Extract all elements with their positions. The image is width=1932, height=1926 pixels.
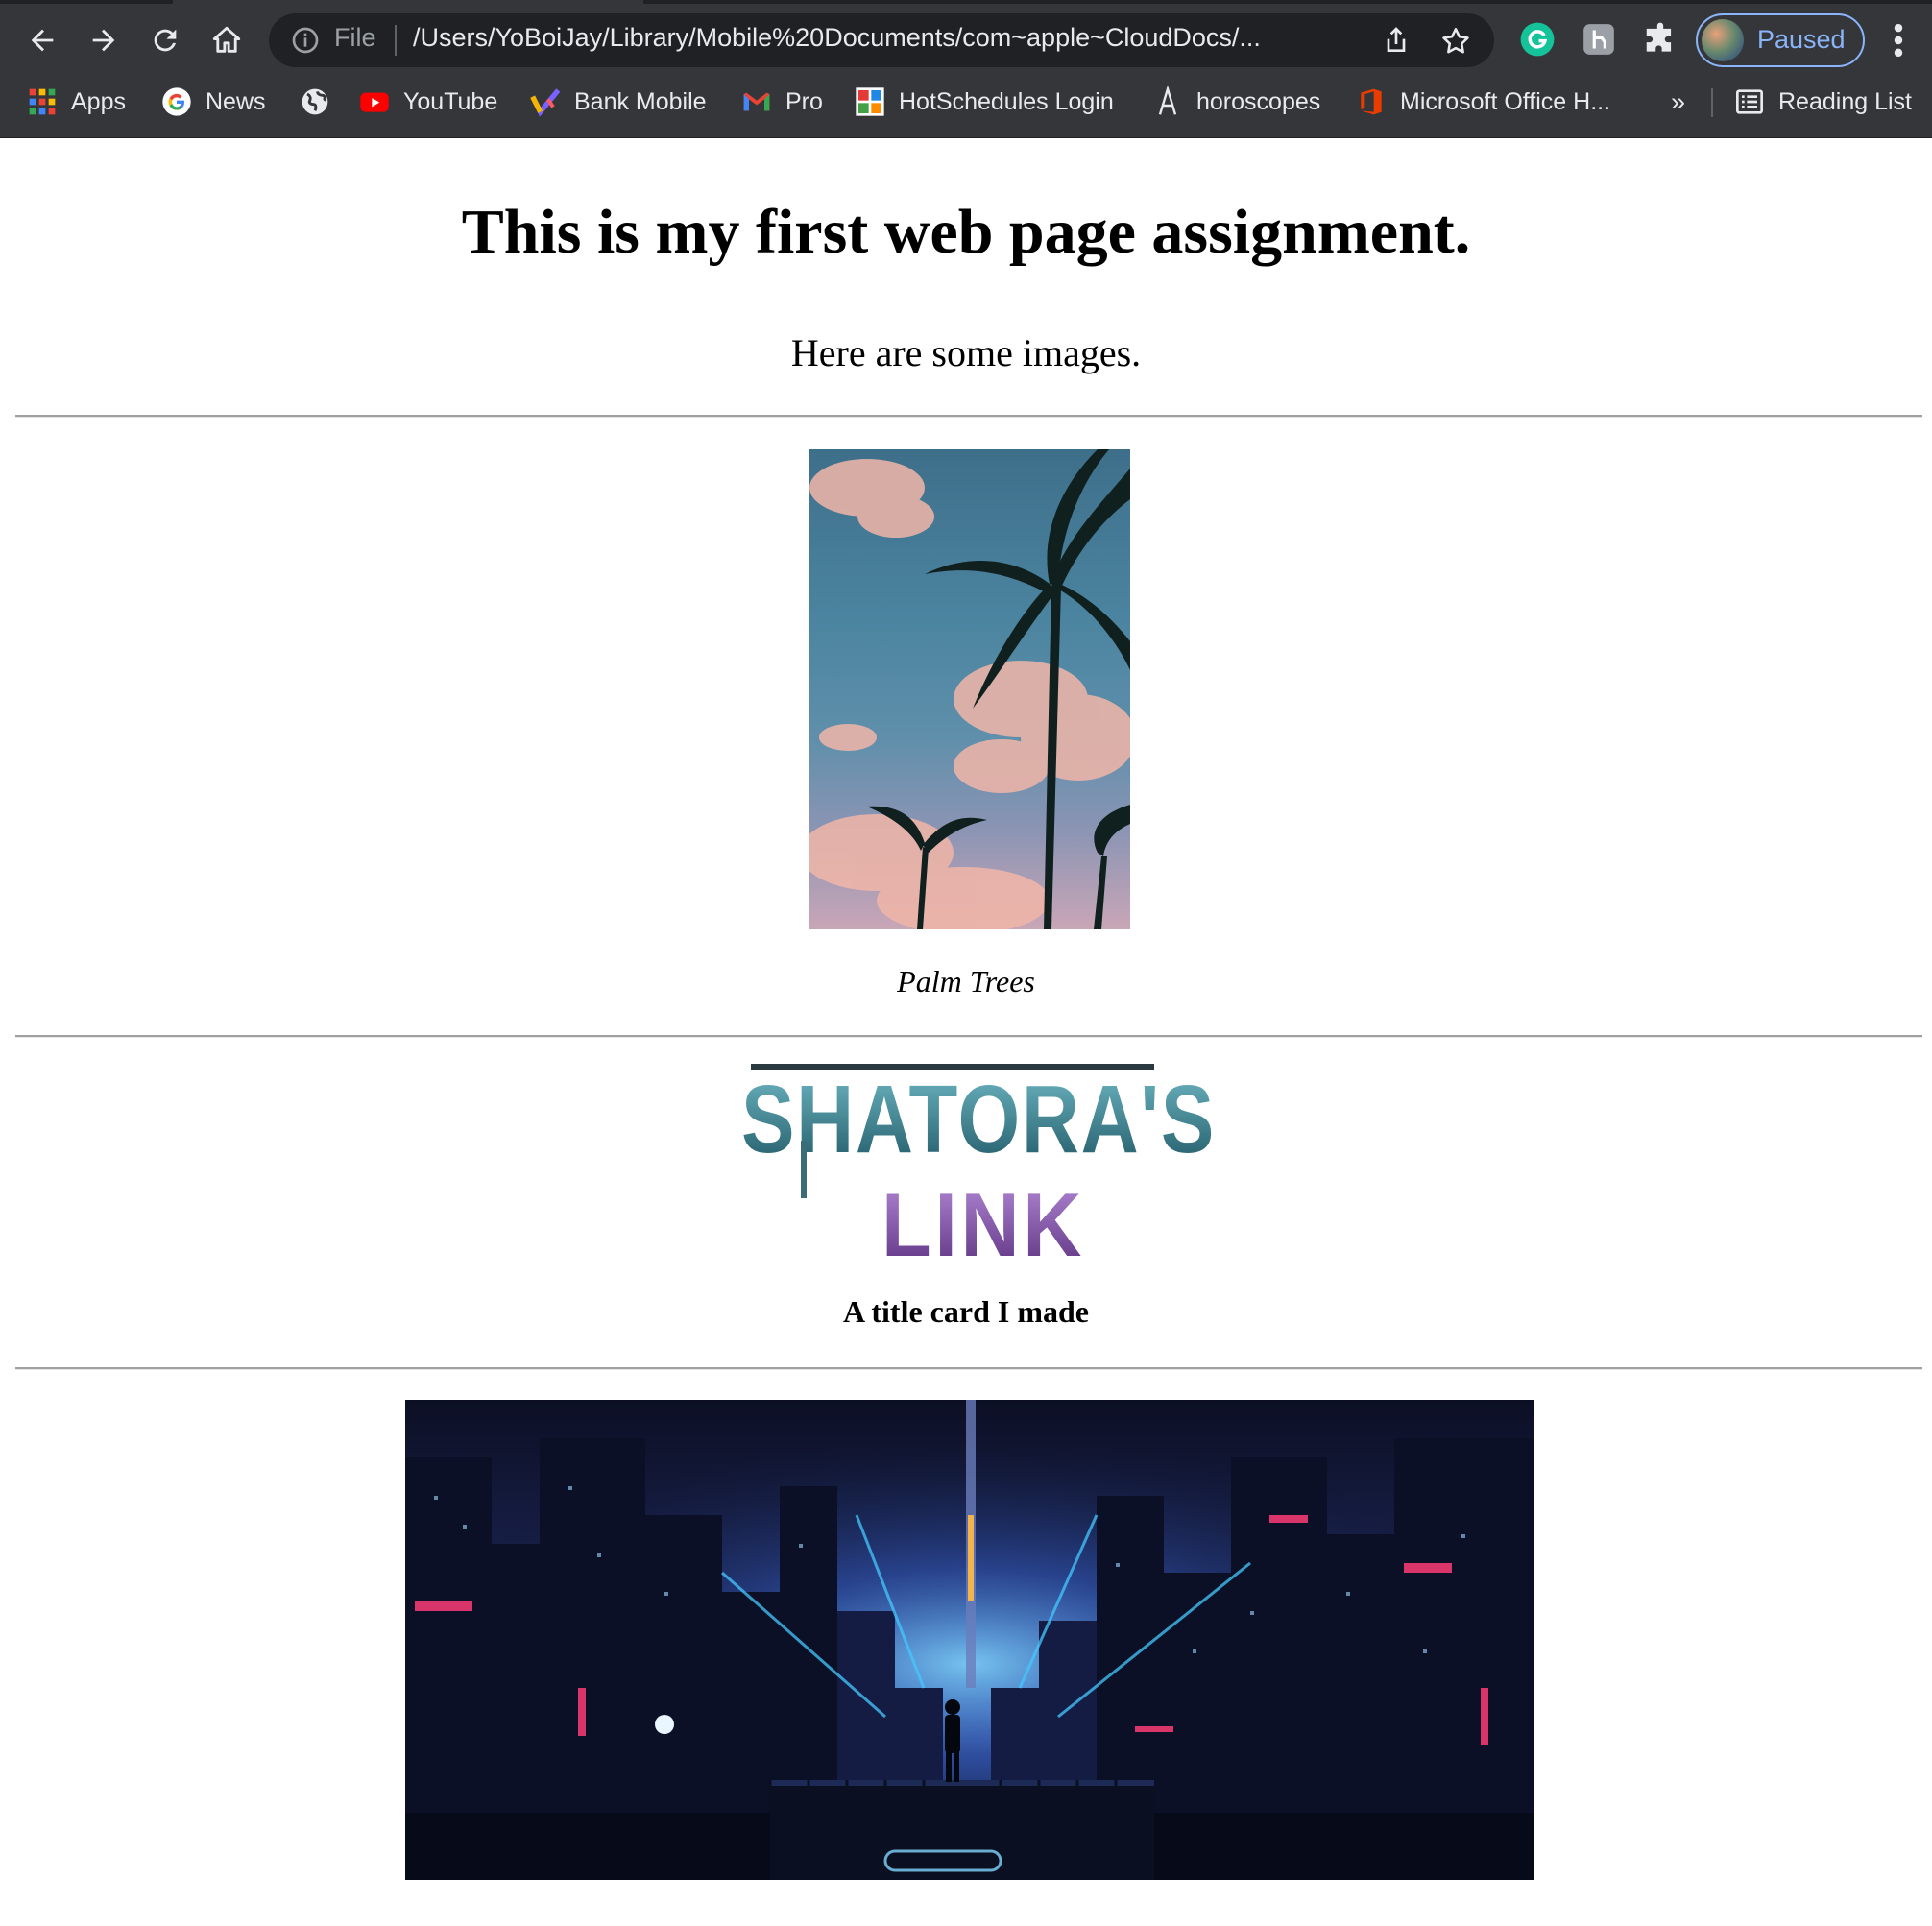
tab-strip (0, 0, 1932, 4)
active-tab-edge[interactable] (173, 0, 643, 4)
horizontal-rule (15, 1367, 1922, 1370)
reload-icon (154, 29, 177, 52)
more-bookmarks-button[interactable]: » (1671, 81, 1685, 123)
bookmark-bank-mobile[interactable]: Bank Mobile (530, 81, 707, 123)
reload-button[interactable] (142, 17, 188, 63)
scheme-label: File (334, 23, 376, 52)
title-card-graphic: SHATORA'S LINK (712, 1064, 1216, 1275)
address-bar[interactable]: File /Users/YoBoiJay/Library/Mobile%20Do… (269, 13, 1494, 67)
forward-button[interactable] (81, 17, 127, 63)
browser-toolbar: File /Users/YoBoiJay/Library/Mobile%20Do… (0, 12, 1932, 69)
horoscopes-icon (1158, 86, 1177, 115)
horizontal-rule (15, 415, 1922, 418)
gmail-icon (743, 92, 770, 111)
bookmark-label: YouTube (403, 87, 498, 115)
bookmark-microsoft-office[interactable]: Microsoft Office H... (1356, 81, 1610, 123)
home-icon (212, 26, 241, 53)
apps-grid-icon (29, 88, 56, 115)
city-skyline-image (405, 1400, 1534, 1880)
extension-icon[interactable] (1581, 21, 1617, 58)
horizontal-rule (15, 1035, 1922, 1038)
bookmark-hotschedules[interactable]: HotSchedules Login (855, 81, 1114, 123)
arrow-left-icon (31, 29, 54, 52)
omnibox-divider (395, 25, 397, 56)
avatar (1702, 19, 1744, 61)
home-button[interactable] (204, 17, 250, 63)
bank-mobile-icon (530, 88, 561, 117)
bookmarks-bar: Apps News YouTube Bank Mobile Pro HotSch… (0, 81, 1932, 123)
bookmark-label: horoscopes (1196, 87, 1321, 115)
bookmark-youtube[interactable]: YouTube (359, 81, 497, 123)
url-text[interactable]: /Users/YoBoiJay/Library/Mobile%20Documen… (413, 23, 1325, 53)
profile-button[interactable]: Paused (1696, 13, 1865, 67)
bookmark-pro[interactable]: Pro (741, 81, 823, 123)
more-menu-icon[interactable] (1882, 19, 1915, 61)
google-icon (162, 87, 191, 116)
reading-list-button[interactable]: Reading List (1734, 81, 1912, 123)
hotschedules-icon (856, 87, 884, 116)
reading-list-label: Reading List (1778, 87, 1912, 115)
logo-line-2: LINK (881, 1174, 1085, 1261)
title-card-logo: SHATORA'S LINK (712, 1064, 1225, 1275)
youtube-icon (360, 92, 389, 112)
palm-trees-photo (809, 449, 1130, 929)
bookmark-globe[interactable] (300, 81, 344, 123)
bookmark-apps[interactable]: Apps (27, 81, 126, 123)
logo-line-1: SHATORA'S (741, 1066, 1216, 1173)
bookmark-star-icon[interactable] (1439, 25, 1472, 58)
profile-status: Paused (1757, 25, 1846, 54)
arrow-right-icon (92, 29, 115, 52)
bookmarks-divider (1711, 88, 1713, 117)
bookmark-news[interactable]: News (161, 81, 266, 123)
back-button[interactable] (19, 17, 65, 63)
info-icon[interactable] (290, 25, 321, 56)
bookmark-label: Bank Mobile (574, 87, 707, 115)
browser-chrome: File /Users/YoBoiJay/Library/Mobile%20Do… (0, 0, 1932, 138)
intro-text: Here are some images. (790, 331, 1142, 374)
palm-trees-caption: Palm Trees (897, 964, 1035, 999)
neon-city-photo (405, 1400, 1534, 1880)
globe-icon (302, 88, 328, 115)
bookmark-label: Microsoft Office H... (1400, 87, 1611, 115)
bookmark-horoscopes[interactable]: horoscopes (1152, 81, 1320, 123)
share-icon[interactable] (1381, 25, 1412, 56)
bookmark-label: HotSchedules Login (899, 87, 1114, 115)
office-icon (1361, 88, 1382, 115)
title-card-caption: A title card I made (843, 1294, 1089, 1329)
bookmark-label: News (205, 87, 266, 115)
page-heading: This is my first web page assignment. (461, 197, 1471, 267)
bookmark-label: Pro (785, 87, 823, 115)
reading-list-icon (1736, 89, 1763, 114)
palm-trees-image (809, 449, 1130, 929)
grammarly-extension-icon[interactable] (1519, 21, 1556, 58)
bookmark-label: Apps (71, 87, 126, 115)
puzzle-extensions-icon[interactable] (1642, 21, 1678, 58)
